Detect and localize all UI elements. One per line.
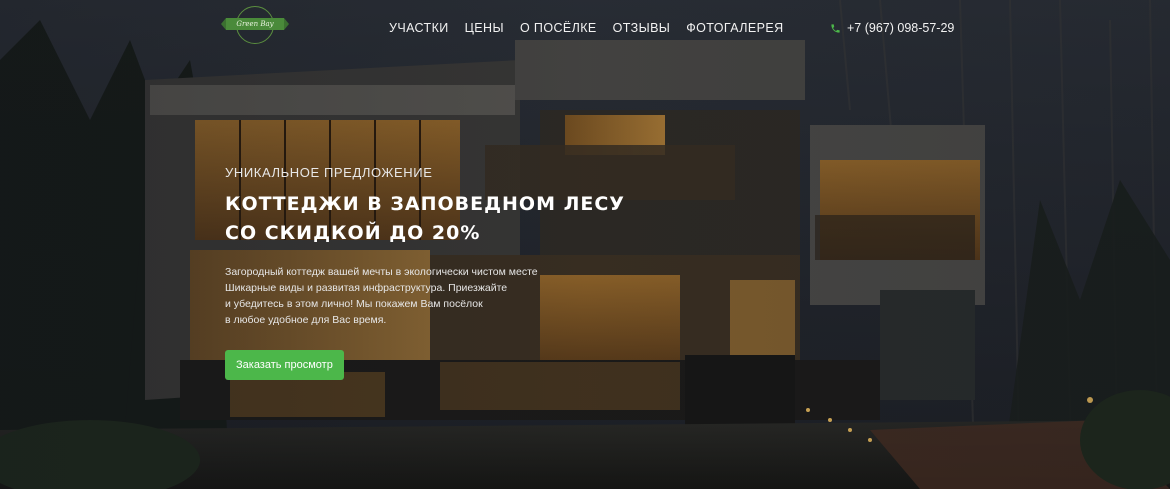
hero-content: УНИКАЛЬНОЕ ПРЕДЛОЖЕНИЕ КОТТЕДЖИ В ЗАПОВЕ… xyxy=(225,165,625,380)
order-viewing-button[interactable]: Заказать просмотр xyxy=(225,350,344,380)
logo[interactable]: Green Bay xyxy=(221,6,289,50)
nav-item-about[interactable]: О ПОСЁЛКЕ xyxy=(520,20,597,36)
phone-link[interactable]: +7 (967) 098-57-29 xyxy=(830,20,954,36)
hero-description-line-4: в любое удобное для Вас время. xyxy=(225,314,387,326)
hero-description-line-3: и убедитесь в этом лично! Мы покажем Вам… xyxy=(225,298,483,310)
nav-item-reviews[interactable]: ОТЗЫВЫ xyxy=(613,20,671,36)
nav-item-gallery[interactable]: ФОТОГАЛЕРЕЯ xyxy=(686,20,783,36)
main-nav: УЧАСТКИ ЦЕНЫ О ПОСЁЛКЕ ОТЗЫВЫ ФОТОГАЛЕРЕ… xyxy=(389,20,800,36)
hero-kicker: УНИКАЛЬНОЕ ПРЕДЛОЖЕНИЕ xyxy=(225,165,433,180)
hero-title-line-1: КОТТЕДЖИ В ЗАПОВЕДНОМ ЛЕСУ xyxy=(225,193,625,215)
hero-description-line-1: Загородный коттедж вашей мечты в экологи… xyxy=(225,266,538,278)
nav-item-plots[interactable]: УЧАСТКИ xyxy=(389,20,449,36)
phone-number: +7 (967) 098-57-29 xyxy=(847,21,955,35)
site-header: Green Bay УЧАСТКИ ЦЕНЫ О ПОСЁЛКЕ ОТЗЫВЫ … xyxy=(0,0,1170,56)
hero-title: КОТТЕДЖИ В ЗАПОВЕДНОМ ЛЕСУ СО СКИДКОЙ ДО… xyxy=(225,190,625,248)
hero-description-line-2: Шикарные виды и развитая инфраструктура.… xyxy=(225,282,508,294)
nav-item-prices[interactable]: ЦЕНЫ xyxy=(465,20,504,36)
hero-title-line-2: СО СКИДКОЙ ДО 20% xyxy=(225,222,481,244)
hero-section: Green Bay УЧАСТКИ ЦЕНЫ О ПОСЁЛКЕ ОТЗЫВЫ … xyxy=(0,0,1170,489)
hero-description: Загородный коттедж вашей мечты в экологи… xyxy=(225,264,585,328)
logo-text: Green Bay xyxy=(221,18,289,30)
phone-icon xyxy=(831,23,840,33)
